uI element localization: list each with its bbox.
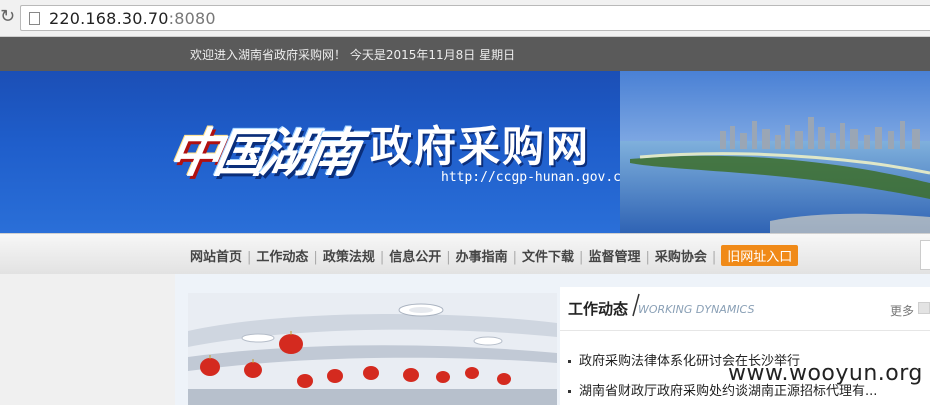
nav-item-supervision[interactable]: 监督管理 [588,246,640,265]
left-margin [0,274,175,405]
nav-item-work-news[interactable]: 工作动态 [256,246,308,265]
news-photo[interactable] [188,293,557,405]
logo-char: 南 [301,123,359,184]
more-link[interactable]: 更多 [890,302,914,319]
panel-title: 工作动态 [568,300,629,318]
main-nav: 网站首页 | 工作动态 | 政策法规 | 信息公开 | 办事指南 | 文件下载 | 监督管理 | 采购协会 |… [0,233,930,275]
nav-divider: | [645,250,650,265]
panel-divider [560,330,930,331]
old-site-button[interactable]: 旧网址入口 [721,245,799,266]
address-bar[interactable]: 220.168.30.70:8080 [20,5,930,31]
nav-item-association[interactable]: 采购协会 [655,246,707,265]
nav-divider: | [711,250,717,265]
nav-divider: | [446,250,451,265]
nav-item-policy[interactable]: 政策法规 [323,246,375,265]
page-icon [29,12,40,25]
nav-item-guide[interactable]: 办事指南 [456,246,508,265]
bullet-icon [568,360,571,363]
top-info-bar: 欢迎进入湖南省政府采购网！ 今天是2015年11月8日 星期日 [0,37,930,71]
news-item-title: 湖南省财政厅政府采购处约谈湖南正源招标代理有... [579,384,878,399]
panel-subtitle: WORKING DYNAMICS [638,303,755,316]
address-text[interactable]: 220.168.30.70:8080 [49,9,216,28]
url-port: :8080 [168,9,216,28]
welcome-text: 欢迎进入湖南省政府采购网！ 今天是2015年11月8日 星期日 [190,48,516,62]
nav-divider: | [379,250,385,265]
browser-toolbar: ↻ 220.168.30.70:8080 [0,0,930,37]
nav-divider: | [579,250,584,265]
reload-icon[interactable]: ↻ [0,6,15,28]
calligraphy-logo: 中国湖南 [163,111,360,186]
site-url: http://ccgp-hunan.gov.cn [441,170,629,185]
nav-edge-box [920,240,930,270]
nav-item-info-disclosure[interactable]: 信息公开 [389,246,441,265]
url-host: 220.168.30.70 [49,9,169,28]
watermark: www.wooyun.org [728,361,923,386]
nav-divider: | [512,250,518,265]
nav-item-home[interactable]: 网站首页 [190,246,242,265]
site-title: 政府采购网 [370,122,591,171]
nav-divider: | [247,250,252,265]
city-skyline-image [620,71,930,233]
bullet-icon [568,390,571,393]
more-icon[interactable] [918,302,930,314]
site-banner: 中国湖南 政府采购网 http://ccgp-hunan.gov.cn [0,71,930,233]
work-dynamics-panel: 工作动态 WORKING DYNAMICS 更多 政府采购法律体系化研讨会在长沙… [560,287,930,405]
nav-divider: | [313,250,318,265]
nav-item-downloads[interactable]: 文件下载 [522,246,574,265]
nav-list: 网站首页 | 工作动态 | 政策法规 | 信息公开 | 办事指南 | 文件下载 | 监督管理 | 采购协会 |… [190,245,799,266]
